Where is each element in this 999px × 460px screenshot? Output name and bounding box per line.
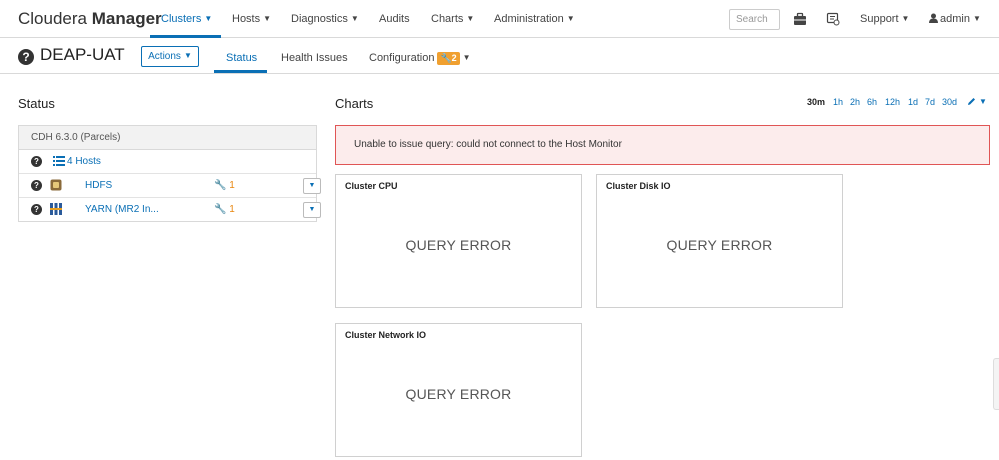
query-error-message: QUERY ERROR — [666, 237, 773, 253]
time-range-12h[interactable]: 12h — [885, 97, 900, 107]
chart-card-cluster-disk-io: Cluster Disk IO QUERY ERROR — [596, 174, 843, 308]
chart-card-cluster-cpu: Cluster CPU QUERY ERROR — [335, 174, 582, 308]
query-error-message: QUERY ERROR — [405, 386, 512, 402]
nav-hosts[interactable]: Hosts ▼ — [232, 13, 271, 25]
nav-audits[interactable]: Audits — [379, 13, 410, 25]
chevron-down-icon: ▼ — [901, 14, 910, 23]
time-range-30d[interactable]: 30d — [942, 97, 957, 107]
list-item: ? YARN (MR2 In... 🔧 1 ▼ — [19, 198, 321, 222]
nav-support[interactable]: Support ▼ — [860, 13, 909, 25]
hosts-link[interactable]: 4 Hosts — [67, 156, 101, 167]
chart-title[interactable]: Cluster Network IO — [345, 330, 426, 340]
chevron-down-icon: ▼ — [263, 14, 272, 23]
actions-button[interactable]: Actions ▼ — [141, 46, 199, 67]
nav-user-menu[interactable]: admin ▼ — [929, 13, 981, 25]
yarn-icon — [50, 203, 62, 215]
help-icon[interactable]: ? — [18, 49, 34, 65]
list-icon — [53, 156, 65, 166]
hdfs-icon — [50, 179, 62, 191]
query-error-message: QUERY ERROR — [405, 237, 512, 253]
charts-heading: Charts — [335, 96, 374, 111]
list-item: ? HDFS 🔧 1 ▼ — [19, 174, 321, 198]
chevron-down-icon: ▼ — [979, 97, 987, 106]
chart-card-cluster-network-io: Cluster Network IO QUERY ERROR — [335, 323, 582, 457]
chevron-down-icon: ▼ — [566, 14, 575, 23]
wrench-icon: 🔧 — [214, 204, 227, 215]
page-title: ? DEAP-UAT — [18, 45, 125, 65]
time-range-2h[interactable]: 2h — [850, 97, 860, 107]
yarn-config-issues[interactable]: 🔧 1 — [214, 204, 235, 215]
hdfs-service-link[interactable]: HDFS — [85, 180, 112, 191]
briefcase-icon[interactable] — [793, 12, 807, 26]
time-range-30m[interactable]: 30m — [807, 97, 825, 107]
status-panel: CDH 6.3.0 (Parcels) ? 4 Hosts ? HDFS 🔧 1… — [18, 125, 321, 222]
hdfs-actions-dropdown[interactable]: ▼ — [303, 178, 321, 194]
error-alert: Unable to issue query: could not connect… — [335, 125, 990, 165]
config-issues-badge: 🔧2 — [437, 52, 460, 65]
yarn-service-link[interactable]: YARN (MR2 In... — [85, 204, 159, 215]
time-range-1d[interactable]: 1d — [908, 97, 918, 107]
pencil-icon — [968, 98, 975, 105]
time-range-6h[interactable]: 6h — [867, 97, 877, 107]
time-range-1h[interactable]: 1h — [833, 97, 843, 107]
list-item: ? 4 Hosts — [19, 150, 316, 174]
tab-configuration[interactable]: Configuration 🔧2 ▼ — [369, 52, 471, 65]
nav-administration[interactable]: Administration ▼ — [494, 13, 575, 25]
chart-title[interactable]: Cluster Disk IO — [606, 181, 671, 191]
chevron-down-icon: ▼ — [183, 51, 192, 60]
wrench-icon: 🔧 — [440, 53, 452, 63]
chevron-down-icon: ▼ — [350, 14, 359, 23]
help-icon[interactable]: ? — [31, 180, 42, 191]
nav-charts[interactable]: Charts ▼ — [431, 13, 474, 25]
search-input[interactable] — [729, 9, 780, 30]
chevron-down-icon: ▼ — [308, 206, 316, 213]
app-logo[interactable]: Cloudera Manager — [18, 9, 162, 29]
wrench-icon: 🔧 — [214, 180, 227, 191]
tab-health-issues[interactable]: Health Issues — [281, 52, 348, 64]
running-commands-icon[interactable] — [826, 12, 840, 26]
help-icon[interactable]: ? — [31, 204, 42, 215]
chevron-down-icon: ▼ — [972, 14, 981, 23]
status-heading: Status — [18, 96, 55, 111]
nav-diagnostics[interactable]: Diagnostics ▼ — [291, 13, 359, 25]
tab-status[interactable]: Status — [226, 52, 257, 64]
help-icon[interactable]: ? — [31, 156, 42, 167]
hdfs-config-issues[interactable]: 🔧 1 — [214, 180, 235, 191]
chevron-down-icon: ▼ — [308, 182, 316, 189]
tab-active-indicator — [214, 70, 267, 73]
chart-title[interactable]: Cluster CPU — [345, 181, 398, 191]
chevron-down-icon: ▼ — [204, 14, 213, 23]
custom-range-button[interactable]: ▼ — [967, 97, 987, 107]
chevron-down-icon: ▼ — [462, 53, 471, 62]
scrollbar-handle[interactable] — [993, 358, 999, 410]
nav-clusters[interactable]: Clusters ▼ — [161, 13, 212, 25]
yarn-actions-dropdown[interactable]: ▼ — [303, 202, 321, 218]
cdh-version-label: CDH 6.3.0 (Parcels) — [19, 126, 316, 150]
time-range-7d[interactable]: 7d — [925, 97, 935, 107]
chevron-down-icon: ▼ — [466, 14, 475, 23]
user-icon — [929, 13, 938, 23]
